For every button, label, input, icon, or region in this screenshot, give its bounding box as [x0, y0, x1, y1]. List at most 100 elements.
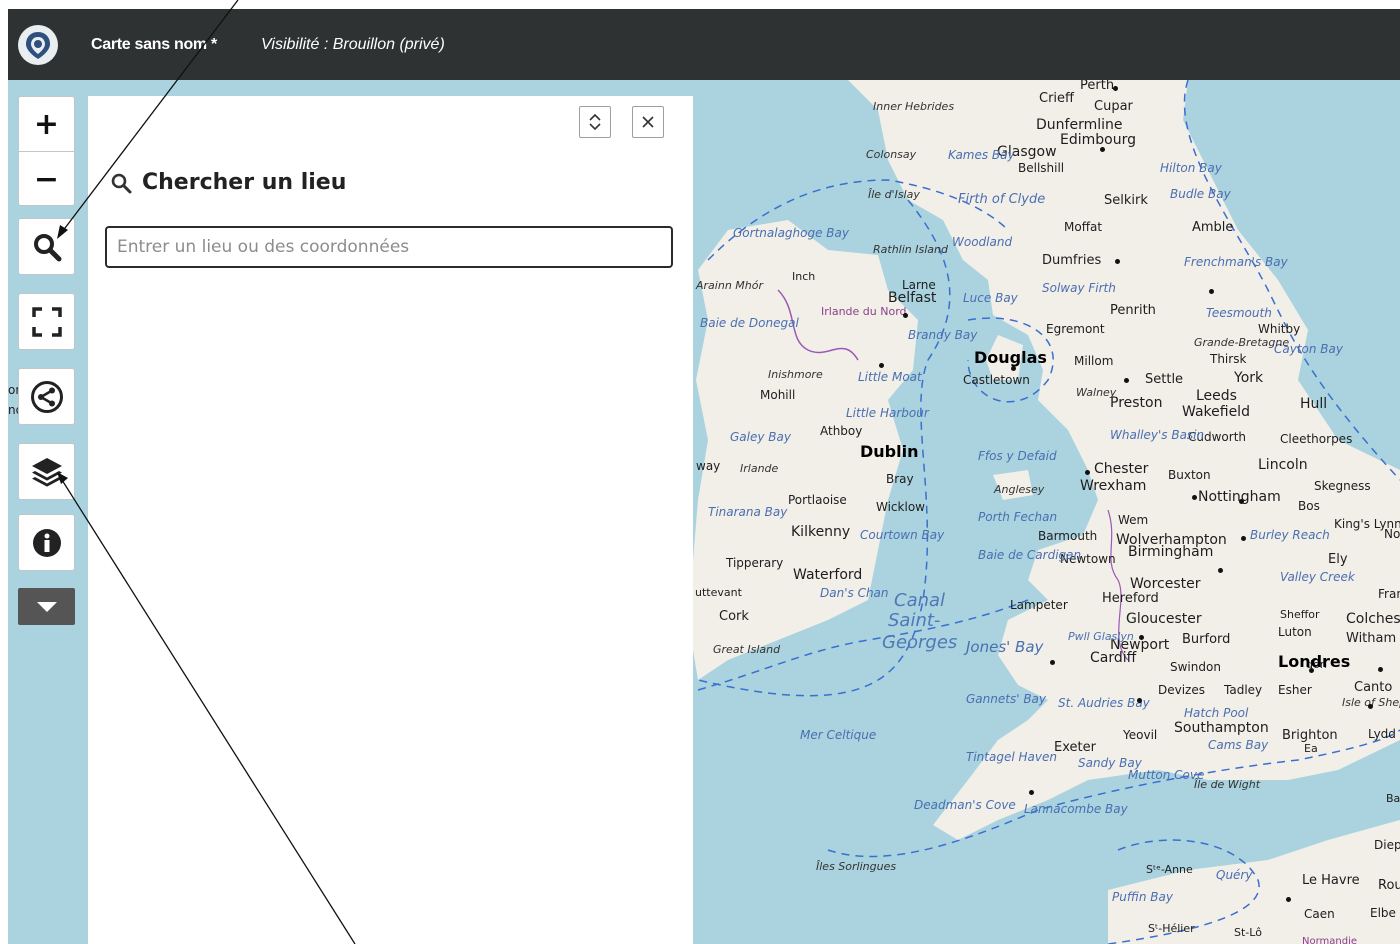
map-label-water: Dan's Chan	[820, 586, 889, 600]
map-label: Perth	[1080, 80, 1115, 93]
map-label: Gloucester	[1126, 611, 1202, 627]
map-label-water: Inner Hebrides	[873, 100, 955, 113]
map-label: No	[1384, 527, 1400, 541]
map-label-water: Rathlin Island	[873, 243, 948, 256]
map-label-sea: Canal	[894, 590, 946, 611]
share-icon	[30, 380, 63, 413]
map-label-water: Gortnalaghoge Bay	[733, 226, 849, 240]
map-label-water: Galey Bay	[730, 430, 791, 444]
map-label: Cardiff	[1090, 650, 1137, 666]
map-label: Hereford	[1102, 591, 1159, 606]
map-label-region: Irlande du Nord	[821, 305, 907, 318]
map-label: York	[1234, 370, 1264, 386]
map-label: Luton	[1278, 625, 1312, 639]
search-icon	[111, 173, 132, 193]
map-label: Athboy	[820, 424, 863, 438]
top-gap	[0, 0, 1400, 9]
map-label-water: Mutton Cove	[1128, 768, 1205, 782]
city-dot	[1139, 635, 1144, 640]
map-label: Le Havre	[1302, 873, 1360, 888]
map-label-water: Burley Reach	[1250, 528, 1330, 542]
fullscreen-icon	[31, 306, 62, 337]
map-label-water: Tinarana Bay	[708, 505, 788, 519]
map-label: Wem	[1118, 513, 1149, 527]
info-button[interactable]	[18, 514, 75, 571]
map-label: Cork	[719, 609, 749, 624]
map-label: Ely	[1328, 552, 1348, 567]
map-label-water: Tintagel Haven	[966, 750, 1057, 764]
city-dot	[1286, 897, 1291, 902]
map-label: Portlaoise	[788, 493, 847, 507]
map-label: Exeter	[1054, 740, 1096, 755]
map-label: Tadley	[1224, 683, 1263, 697]
info-icon	[32, 528, 61, 557]
map-label-water: Teesmouth	[1206, 306, 1272, 320]
city-dot	[879, 363, 884, 368]
map-label: uttevant	[695, 586, 742, 599]
map-label: Devizes	[1158, 683, 1205, 697]
map-label: Cupar	[1094, 99, 1133, 114]
map-label-water: Hatch Pool	[1184, 706, 1249, 720]
city-dot	[1115, 259, 1120, 264]
map-label-water: Quéry	[1216, 868, 1253, 882]
city-dot	[1239, 499, 1244, 504]
map-label-region: Irlande	[740, 462, 779, 475]
map-label: Skegness	[1314, 479, 1371, 493]
umap-logo-icon[interactable]	[18, 25, 58, 65]
map-label: Dunfermline	[1036, 117, 1123, 133]
share-button[interactable]	[18, 368, 75, 425]
map-label-water: Île de Wight	[1194, 778, 1261, 791]
fullscreen-button[interactable]	[18, 293, 75, 350]
header-bar: Carte sans nom * Visibilité : Brouillon …	[8, 9, 1400, 80]
place-search-input[interactable]	[105, 226, 673, 268]
layers-icon	[31, 457, 62, 487]
map-label: Moffat	[1064, 220, 1103, 234]
map-label: Tipperary	[726, 556, 784, 570]
map-label: Thirsk	[1210, 352, 1247, 366]
map-label-water: Baie de Donegal	[700, 316, 799, 330]
zoom-out-button[interactable]: −	[19, 152, 74, 206]
visibility-status: Visibilité : Brouillon (privé)	[261, 36, 445, 53]
map-label-water: Gannets' Bay	[966, 692, 1047, 706]
search-panel: Chercher un lieu	[88, 96, 693, 944]
map-label-region: Normandie	[1302, 936, 1358, 944]
city-dot	[1085, 470, 1090, 475]
map-label: Lincoln	[1258, 457, 1308, 473]
map-label-water: Jones' Bay	[966, 638, 1044, 656]
map-label: Lydd	[1368, 727, 1396, 741]
map-label: Esher	[1278, 683, 1312, 697]
map-label-water: Inishmore	[768, 368, 823, 381]
map-label: Preston	[1110, 395, 1163, 411]
map-label: Kilkenny	[791, 524, 851, 540]
map-label-water: Brandy Bay	[908, 328, 978, 342]
layers-button[interactable]	[18, 443, 75, 500]
map-label-water: Budle Bay	[1170, 187, 1231, 201]
panel-close-button[interactable]	[632, 106, 664, 138]
map-label-water: Kames Bay	[948, 148, 1015, 162]
map-title[interactable]: Carte sans nom *	[91, 36, 217, 54]
map-label: Burford	[1182, 632, 1231, 647]
map-label-water: Firth of Clyde	[958, 192, 1046, 207]
city-dot	[1218, 568, 1223, 573]
map-label-water: Walney	[1076, 386, 1117, 399]
panel-resize-button[interactable]	[579, 106, 611, 138]
map-label-water: Grande-Bretagne	[1194, 336, 1290, 349]
city-dot	[1113, 86, 1118, 91]
map-label: Brighton	[1282, 728, 1338, 743]
map-label: Selkirk	[1104, 193, 1148, 208]
map-label: Caen	[1304, 907, 1335, 921]
expand-collapse-icon	[589, 113, 601, 131]
map-label: Diep	[1374, 838, 1400, 852]
map-label-water: Luce Bay	[963, 291, 1018, 305]
search-button[interactable]	[18, 218, 75, 275]
map-label: Penrith	[1110, 303, 1156, 318]
city-dot	[1309, 668, 1314, 673]
map-label: Fran	[1378, 587, 1400, 601]
map-label: Dumfries	[1042, 253, 1102, 268]
zoom-in-button[interactable]: +	[19, 97, 74, 151]
more-controls-button[interactable]	[18, 588, 75, 625]
map-label-water: Little Harbour	[846, 406, 929, 420]
city-dot	[1192, 495, 1197, 500]
map-label: Barmouth	[1038, 529, 1098, 543]
map-label: Witham	[1346, 631, 1397, 646]
